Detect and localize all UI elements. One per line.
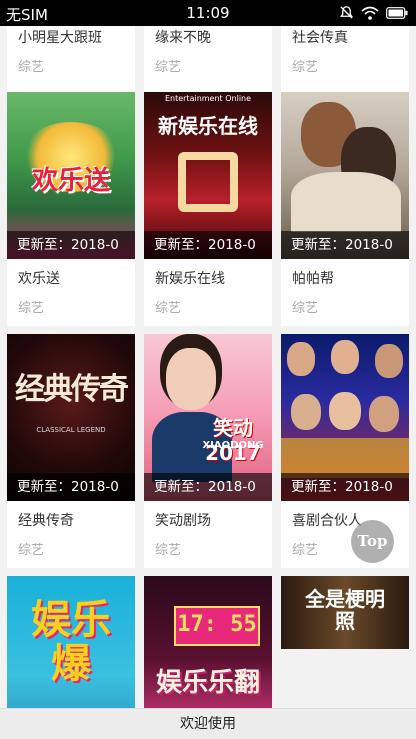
show-card[interactable]: 经典传奇 CLASSICAL LEGEND 更新至：2018-0 经典传奇 综艺 — [7, 334, 135, 568]
poster-logo: 笑动2017 — [205, 416, 261, 465]
show-poster[interactable]: Entertainment Online 新娱乐在线 更新至：2018-0 — [144, 92, 272, 259]
show-poster[interactable]: 欢乐送 更新至：2018-0 — [7, 92, 135, 259]
status-bar: 无SIM 11:09 — [0, 0, 416, 26]
show-poster[interactable]: 更新至：2018-0 — [281, 334, 409, 501]
show-category: 综艺 — [155, 301, 182, 316]
poster-logo: 欢乐送 — [31, 166, 110, 196]
show-category: 综艺 — [18, 301, 45, 316]
update-badge: 更新至：2018-0 — [144, 231, 272, 259]
show-poster[interactable]: 娱乐爆 — [7, 576, 135, 708]
show-category: 综艺 — [292, 60, 319, 75]
show-category: 综艺 — [155, 543, 182, 558]
poster-clock: 17: 55 — [177, 612, 257, 637]
show-title: 缘来不晚 — [155, 30, 211, 46]
poster-logo: 新娱乐在线 — [158, 114, 258, 138]
welcome-text: 欢迎使用 — [180, 716, 236, 732]
status-icons — [339, 5, 408, 20]
show-card[interactable]: Entertainment Online 新娱乐在线 更新至：2018-0 新娱… — [144, 92, 272, 326]
show-card[interactable]: 社会传真 综艺 — [281, 26, 409, 99]
update-badge: 更新至：2018-0 — [7, 473, 135, 501]
show-category: 综艺 — [18, 543, 45, 558]
show-card[interactable]: 更新至：2018-0 帕帕帮 综艺 — [281, 92, 409, 326]
poster-subtitle: XIAODONG — [202, 440, 264, 451]
scroll-to-top-button[interactable]: Top — [351, 520, 394, 563]
show-category: 综艺 — [292, 301, 319, 316]
show-poster[interactable]: 全是梗明照 — [281, 576, 409, 649]
show-category: 综艺 — [18, 60, 45, 75]
show-poster[interactable]: 17: 55 娱乐乐翻 — [144, 576, 272, 708]
show-poster[interactable]: 笑动2017 XIAODONG 更新至：2018-0 — [144, 334, 272, 501]
show-card[interactable]: 笑动2017 XIAODONG 更新至：2018-0 笑动剧场 综艺 — [144, 334, 272, 568]
update-badge: 更新至：2018-0 — [281, 473, 409, 501]
show-title: 社会传真 — [292, 30, 348, 46]
mute-icon — [340, 6, 353, 19]
wifi-icon — [361, 6, 379, 20]
show-title: 新娱乐在线 — [155, 271, 225, 287]
poster-subtitle: CLASSICAL LEGEND — [36, 426, 106, 434]
show-title: 帕帕帮 — [292, 271, 334, 287]
show-card[interactable]: 17: 55 娱乐乐翻 — [144, 576, 272, 708]
update-badge: 更新至：2018-0 — [281, 231, 409, 259]
poster-logo: 娱乐乐翻 — [155, 668, 260, 698]
show-card[interactable]: 全是梗明照 — [281, 576, 409, 649]
show-title: 笑动剧场 — [155, 513, 211, 529]
show-poster[interactable]: 更新至：2018-0 — [281, 92, 409, 259]
show-title: 欢乐送 — [18, 271, 60, 287]
show-card[interactable]: 缘来不晚 综艺 — [144, 26, 272, 99]
poster-logo: 全是梗明照 — [305, 587, 385, 633]
content-list[interactable]: 小明星大跟班 综艺 缘来不晚 综艺 社会传真 综艺 欢乐送 更新至：2018-0… — [0, 26, 416, 708]
poster-logo: 经典传奇 — [15, 372, 129, 407]
update-badge: 更新至：2018-0 — [7, 231, 135, 259]
update-badge: 更新至：2018-0 — [144, 473, 272, 501]
show-card[interactable]: 小明星大跟班 综艺 — [7, 26, 135, 99]
show-category: 综艺 — [155, 60, 182, 75]
show-poster[interactable]: 经典传奇 CLASSICAL LEGEND 更新至：2018-0 — [7, 334, 135, 501]
bottom-bar: 欢迎使用 — [0, 708, 416, 739]
show-title: 经典传奇 — [18, 513, 74, 529]
poster-subtitle: Entertainment Online — [164, 94, 252, 103]
show-title: 小明星大跟班 — [18, 30, 102, 46]
show-card[interactable]: 娱乐爆 — [7, 576, 135, 708]
show-card[interactable]: 欢乐送 更新至：2018-0 欢乐送 综艺 — [7, 92, 135, 326]
poster-logo: 娱乐爆 — [31, 597, 111, 687]
battery-icon — [386, 6, 408, 19]
